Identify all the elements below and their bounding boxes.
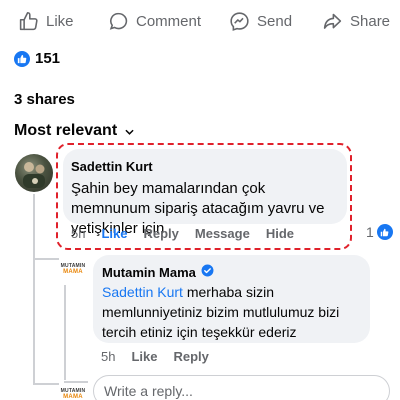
thread-line bbox=[64, 285, 66, 380]
logo-text-bottom: MAMA bbox=[63, 269, 83, 275]
send-action-button[interactable]: Send bbox=[229, 8, 292, 34]
shares-count[interactable]: 3 shares bbox=[14, 91, 75, 108]
thread-line bbox=[33, 194, 35, 384]
verified-badge-icon bbox=[201, 264, 214, 280]
thread-connector bbox=[33, 383, 59, 385]
reply-input[interactable] bbox=[104, 383, 374, 399]
thumbs-up-icon bbox=[376, 224, 393, 240]
like-action-button[interactable]: Like bbox=[18, 8, 74, 34]
comment-bubble[interactable]: Sadettin Kurt Şahin bey mamalarından çok… bbox=[63, 149, 347, 237]
thread-connector bbox=[33, 258, 59, 260]
logo-text-bottom: MAMA bbox=[63, 394, 83, 400]
reply-like-button[interactable]: Like bbox=[131, 349, 157, 364]
share-arrow-icon bbox=[322, 11, 343, 32]
send-action-label: Send bbox=[257, 12, 293, 30]
comment-hide-button[interactable]: Hide bbox=[266, 226, 294, 241]
reply-input-box[interactable] bbox=[93, 375, 390, 400]
like-action-label: Like bbox=[46, 12, 74, 30]
thumbs-up-icon bbox=[18, 11, 39, 32]
composer-avatar: MUTAMIN MAMA bbox=[59, 381, 87, 400]
reply-time[interactable]: 5h bbox=[101, 349, 115, 364]
comment-author[interactable]: Sadettin Kurt bbox=[71, 159, 153, 174]
comment-time[interactable]: 5h bbox=[71, 226, 85, 241]
reply-author-row: Mutamin Mama bbox=[102, 264, 214, 280]
comment-message-button[interactable]: Message bbox=[195, 226, 250, 241]
page-logo[interactable]: MUTAMIN MAMA bbox=[59, 256, 87, 282]
comment-reaction-count[interactable]: 1 bbox=[366, 224, 393, 240]
comment-reply-button[interactable]: Reply bbox=[143, 226, 178, 241]
thumbs-up-icon[interactable] bbox=[14, 51, 30, 67]
sort-label: Most relevant bbox=[14, 122, 118, 139]
reply-reply-button[interactable]: Reply bbox=[173, 349, 208, 364]
reply-bubble[interactable]: Mutamin Mama Sadettin Kurt merhaba sizin… bbox=[93, 255, 370, 343]
reply-text: Sadettin Kurt merhaba sizin memlunniyeti… bbox=[102, 282, 364, 342]
sort-dropdown[interactable]: Most relevant bbox=[14, 122, 134, 140]
comment-action-label: Comment bbox=[136, 12, 202, 30]
comment-actions: 5h Like Reply Message Hide bbox=[71, 226, 310, 241]
share-action-label: Share bbox=[350, 12, 391, 30]
messenger-icon bbox=[229, 11, 250, 32]
chevron-down-icon bbox=[125, 122, 134, 140]
reply-actions: 5h Like Reply bbox=[101, 349, 225, 364]
comment-like-button[interactable]: Like bbox=[101, 226, 127, 241]
avatar[interactable] bbox=[15, 154, 53, 192]
comment-bubble-icon bbox=[108, 11, 129, 32]
reaction-count[interactable]: 151 bbox=[35, 50, 60, 67]
comment-reaction-number: 1 bbox=[366, 224, 374, 240]
reply-author[interactable]: Mutamin Mama bbox=[102, 265, 196, 280]
share-action-button[interactable]: Share bbox=[322, 8, 390, 34]
comment-action-button[interactable]: Comment bbox=[108, 8, 201, 34]
reply-mention[interactable]: Sadettin Kurt bbox=[102, 284, 183, 300]
